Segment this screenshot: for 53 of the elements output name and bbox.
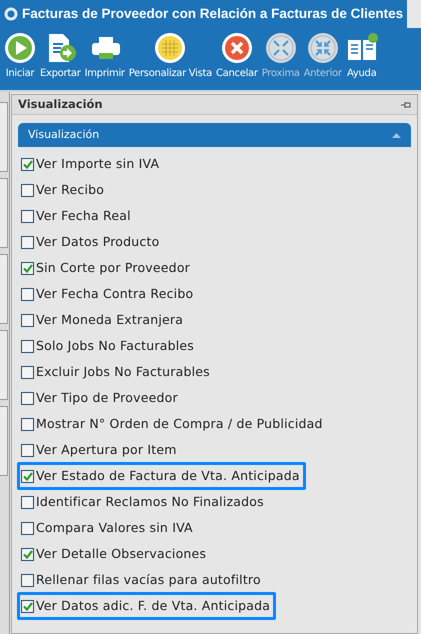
checkbox-label[interactable]: Ver Datos adic. F. de Vta. Anticipada: [36, 596, 270, 616]
toolbar-button[interactable]: Imprimir: [82, 32, 127, 81]
checkbox[interactable]: [21, 392, 34, 404]
checkbox[interactable]: [21, 600, 34, 612]
checkbox-label[interactable]: Ver Tipo de Proveedor: [36, 388, 178, 408]
checkbox-label[interactable]: Ver Detalle Observaciones: [36, 544, 206, 564]
collapse-icon: [306, 32, 339, 64]
app-logo-icon: [4, 7, 18, 21]
toolbar-button[interactable]: Ayuda: [344, 32, 380, 81]
checkbox[interactable]: [21, 262, 34, 274]
expand-icon: [264, 32, 297, 64]
checkbox[interactable]: [21, 158, 34, 170]
checkbox-label[interactable]: Ver Apertura por Item: [36, 440, 177, 460]
checkbox-label[interactable]: Excluir Jobs No Facturables: [36, 362, 210, 382]
checkbox[interactable]: [21, 340, 34, 352]
toolbar-button[interactable]: Exportar: [38, 32, 83, 81]
checkbox[interactable]: [21, 288, 34, 300]
window-title: Facturas de Proveedor con Relación a Facturas de Clientes: [22, 4, 404, 23]
checkbox-label[interactable]: Identificar Reclamos No Finalizados: [36, 492, 264, 512]
pin-icon[interactable]: [401, 100, 411, 108]
checkbox-label[interactable]: Ver Fecha Contra Recibo: [36, 284, 194, 304]
checkbox[interactable]: [21, 496, 34, 508]
collapse-icon[interactable]: [392, 132, 401, 138]
checkbox-label[interactable]: Ver Importe sin IVA: [36, 154, 160, 174]
checkbox[interactable]: [21, 470, 34, 482]
toolbar-button[interactable]: Cancelar: [214, 32, 260, 81]
play-icon: [4, 32, 36, 64]
checkbox-label[interactable]: Ver Recibo: [36, 180, 104, 200]
group-title: Visualización: [28, 126, 100, 143]
checkbox-label[interactable]: Solo Jobs No Facturables: [36, 336, 194, 356]
checkbox-label[interactable]: Compara Valores sin IVA: [36, 518, 193, 538]
checkbox[interactable]: [21, 522, 34, 534]
checkbox[interactable]: [21, 366, 34, 378]
checkbox[interactable]: [21, 418, 34, 430]
checkbox[interactable]: [21, 210, 34, 222]
toolbar-button[interactable]: Iniciar: [2, 32, 38, 81]
checkbox-label[interactable]: Ver Moneda Extranjera: [36, 310, 184, 330]
toolbar-button[interactable]: Personalizar Vista: [126, 32, 214, 81]
checkbox[interactable]: [21, 314, 34, 326]
checkbox[interactable]: [21, 184, 34, 196]
panel-title: Visualización: [18, 96, 103, 113]
checkbox-label[interactable]: Mostrar N° Orden de Compra / de Publicidad: [36, 414, 323, 434]
cancel-icon: [220, 32, 253, 64]
checkbox-label[interactable]: Ver Datos Producto: [36, 232, 160, 252]
checkbox[interactable]: [21, 574, 34, 586]
checkbox-label[interactable]: Ver Fecha Real: [36, 206, 131, 226]
checkbox-label[interactable]: Sin Corte por Proveedor: [36, 258, 190, 278]
checkbox[interactable]: [21, 444, 34, 456]
grid-icon: [154, 32, 186, 64]
checkbox-label[interactable]: Rellenar filas vacías para autofiltro: [36, 570, 261, 590]
checkbox-label[interactable]: Ver Estado de Factura de Vta. Anticipada: [36, 466, 300, 486]
checkbox[interactable]: [21, 236, 34, 248]
checkbox[interactable]: [21, 548, 34, 560]
